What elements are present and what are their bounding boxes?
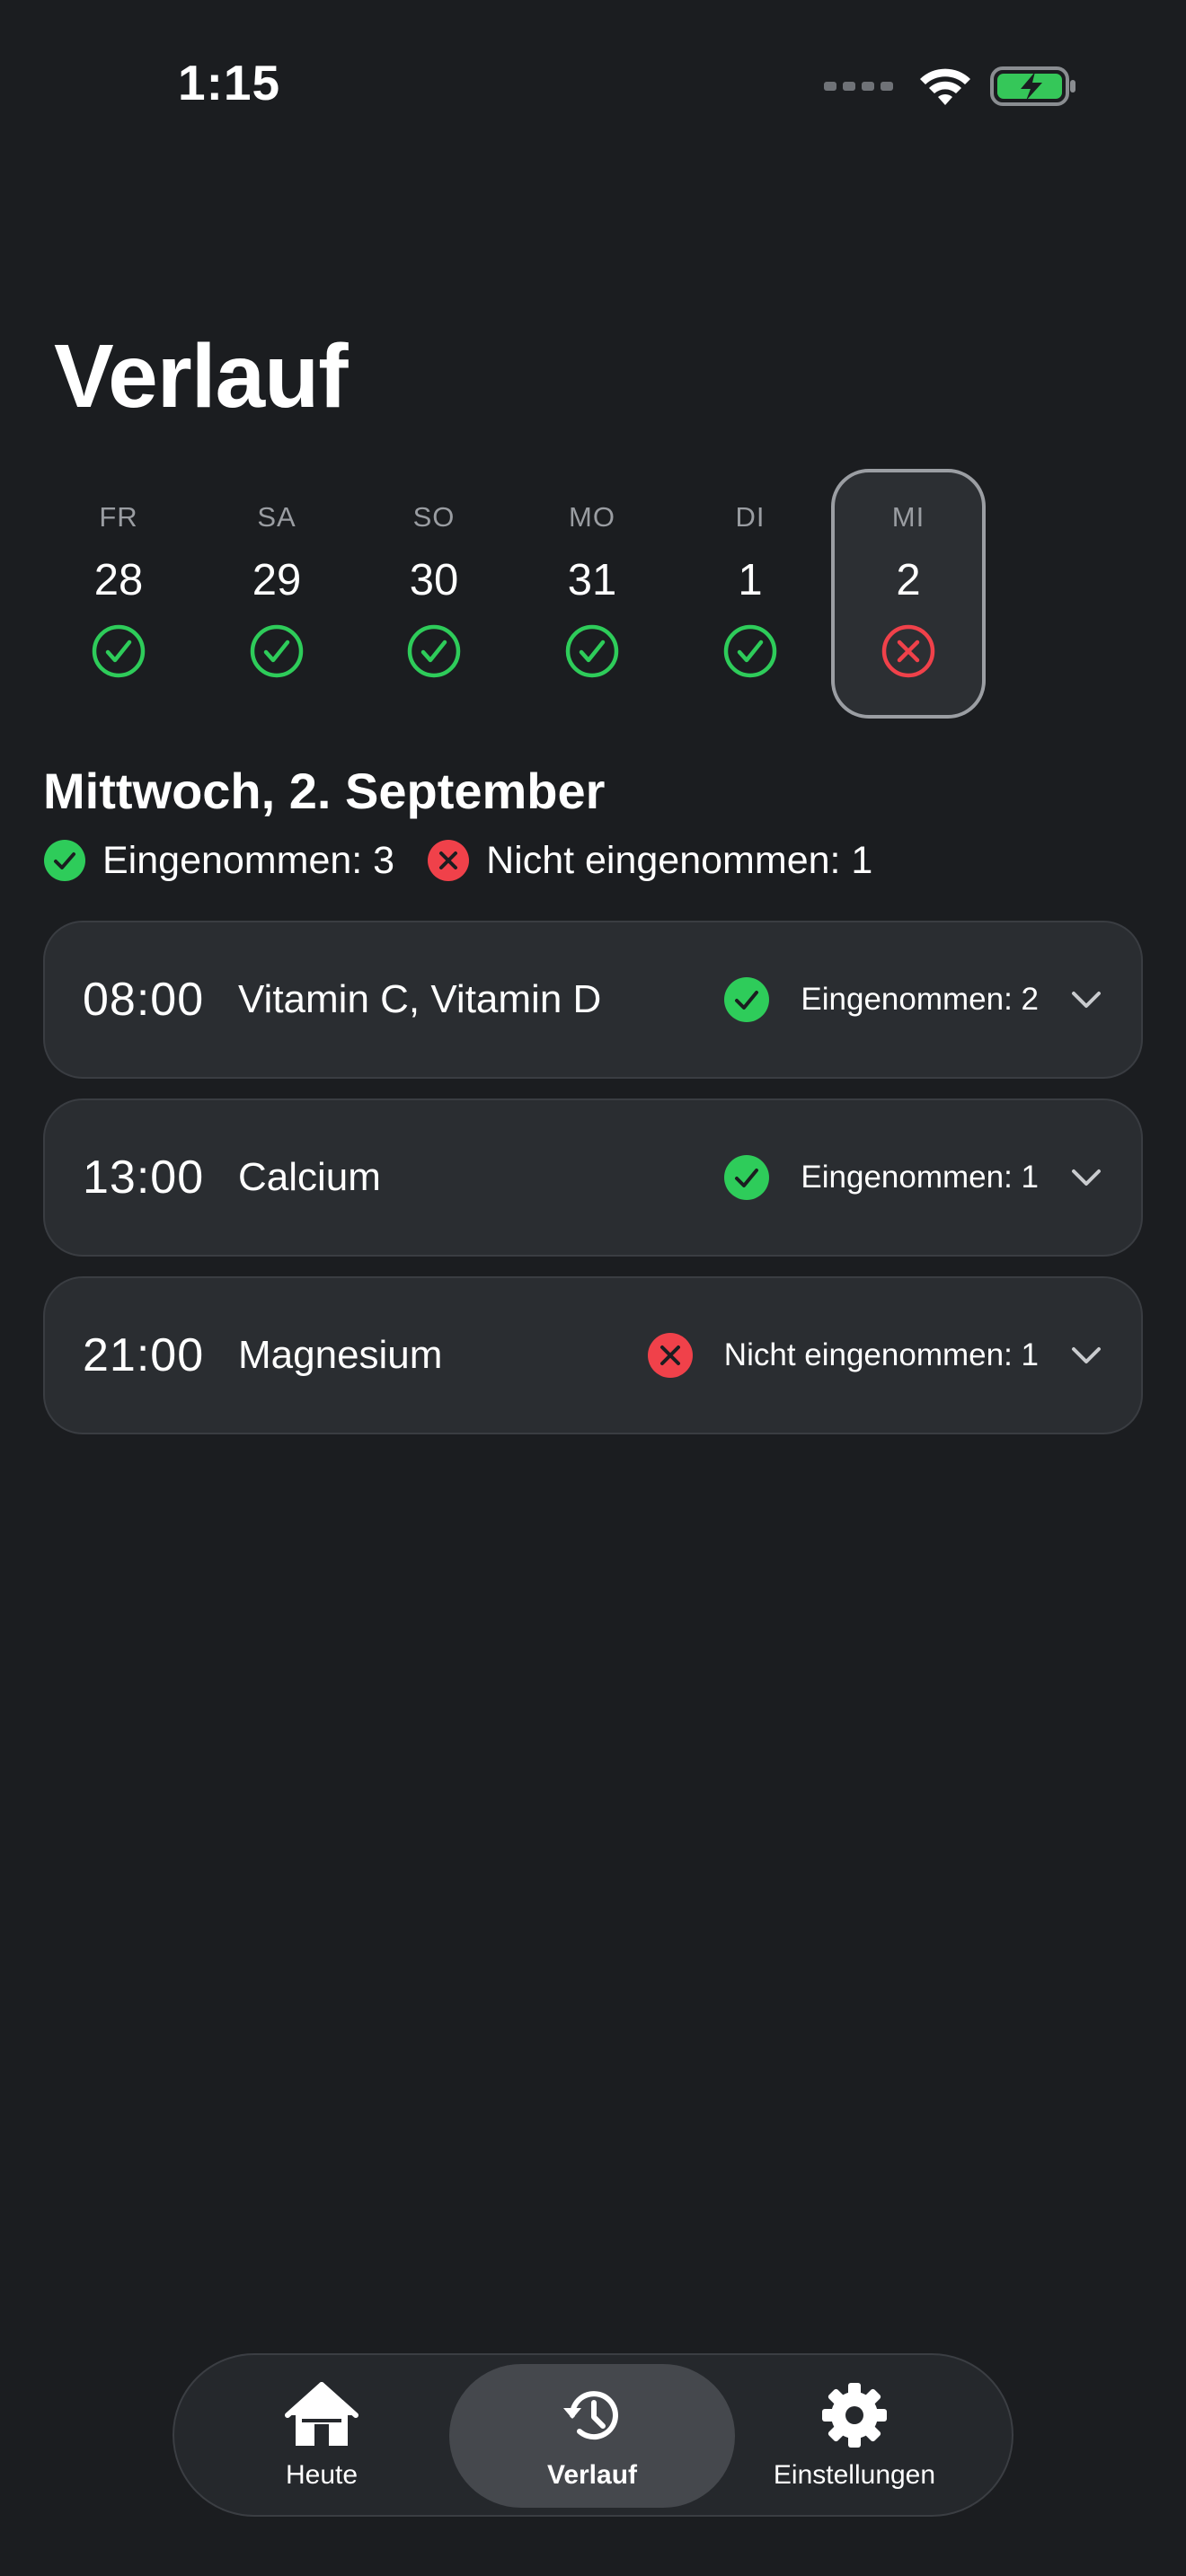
dose-status: Eingenommen: 2 [723, 922, 1102, 1077]
day-number: 2 [896, 556, 921, 604]
day-abbr: SO [412, 501, 456, 533]
dose-status: Eingenommen: 1 [723, 1100, 1102, 1255]
dose-status-label: Nicht eingenommen: 1 [723, 1337, 1039, 1372]
dose-card[interactable]: 13:00 Calcium Eingenommen: 1 [43, 1098, 1143, 1257]
day-number: 30 [409, 556, 459, 604]
tab-label: Einstellungen [773, 2460, 936, 2490]
check-circle-icon [407, 624, 461, 678]
day-strip: FR 28 SA 29 SO 30 MO 31 DI 1 MI 2 [40, 469, 1100, 719]
dose-time: 08:00 [83, 974, 205, 1026]
tab-bar: Heute Verlauf Einstellungen [173, 2353, 1013, 2517]
chevron-down-icon[interactable] [1071, 1168, 1102, 1187]
chevron-down-icon[interactable] [1071, 990, 1102, 1010]
tab-heute[interactable]: Heute [241, 2364, 403, 2508]
day-item-sa[interactable]: SA 29 [198, 469, 356, 719]
dose-status: Nicht eingenommen: 1 [647, 1278, 1102, 1433]
gear-icon [822, 2383, 887, 2448]
selected-date-title: Mittwoch, 2. September [43, 763, 606, 819]
tab-label: Verlauf [546, 2460, 638, 2490]
taken-summary: Eingenommen: 3 [102, 838, 395, 882]
day-number: 1 [738, 556, 763, 604]
history-icon [563, 2391, 618, 2440]
check-filled-icon [44, 840, 85, 881]
dose-name: Vitamin C, Vitamin D [238, 977, 602, 1021]
history-screen: 1:15 Verlauf FR 28 SA 29 SO 30 MO 31 DI … [0, 0, 1186, 2576]
dose-status-label: Eingenommen: 2 [801, 982, 1039, 1017]
dose-card[interactable]: 08:00 Vitamin C, Vitamin D Eingenommen: … [43, 921, 1143, 1079]
missed-summary: Nicht eingenommen: 1 [486, 838, 873, 882]
dose-time: 13:00 [83, 1151, 205, 1204]
chevron-down-icon[interactable] [1071, 1345, 1102, 1365]
house-icon [285, 2382, 358, 2446]
day-number: 28 [93, 556, 144, 604]
check-circle-icon [92, 624, 146, 678]
day-number: 29 [252, 556, 302, 604]
check-filled-icon [724, 1155, 770, 1200]
day-item-fr[interactable]: FR 28 [40, 469, 198, 719]
day-item-so[interactable]: SO 30 [355, 469, 513, 719]
day-number: 31 [567, 556, 617, 604]
battery-charging-icon [990, 66, 1075, 106]
tab-einstellungen[interactable]: Einstellungen [757, 2364, 952, 2508]
day-item-mo[interactable]: MO 31 [513, 469, 671, 719]
status-time: 1:15 [178, 55, 281, 110]
day-abbr: DI [735, 501, 766, 533]
tab-label: Heute [285, 2460, 358, 2490]
day-summary: Eingenommen: 3 Nicht eingenommen: 1 [43, 835, 872, 886]
check-circle-icon [250, 624, 304, 678]
tab-verlauf[interactable]: Verlauf [449, 2364, 735, 2508]
check-filled-icon [724, 977, 770, 1022]
day-abbr: FR [99, 501, 138, 533]
check-circle-icon [565, 624, 619, 678]
day-abbr: MO [569, 501, 615, 533]
dose-card[interactable]: 21:00 Magnesium Nicht eingenommen: 1 [43, 1276, 1143, 1434]
x-filled-icon [428, 840, 470, 881]
wifi-icon [920, 68, 970, 105]
x-filled-icon [647, 1333, 693, 1378]
day-abbr: MI [891, 501, 925, 533]
dose-time: 21:00 [83, 1329, 205, 1381]
check-circle-icon [723, 624, 777, 678]
day-item-di[interactable]: DI 1 [671, 469, 829, 719]
day-abbr: SA [257, 501, 296, 533]
dose-name: Magnesium [238, 1333, 443, 1377]
day-item-mi-selected[interactable]: MI 2 [831, 469, 986, 719]
status-indicators [824, 63, 1078, 110]
dose-status-label: Eingenommen: 1 [801, 1160, 1039, 1195]
cellular-signal-icon [824, 82, 893, 91]
x-circle-icon [881, 624, 935, 678]
dose-name: Calcium [238, 1155, 381, 1199]
page-title: Verlauf [54, 326, 348, 427]
